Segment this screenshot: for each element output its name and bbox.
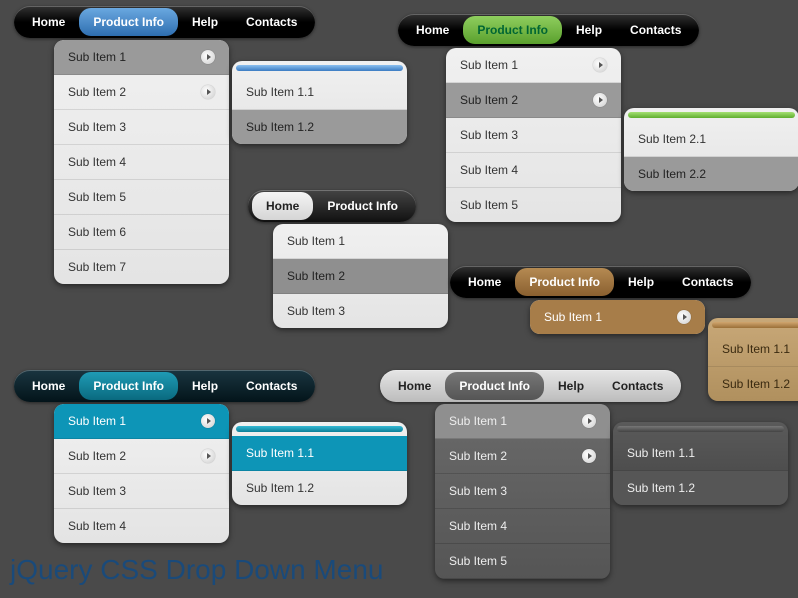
nav-contacts[interactable]: Contacts [668, 268, 747, 296]
dropdown-item[interactable]: Sub Item 4 [54, 509, 229, 543]
dropdown-item[interactable]: Sub Item 2 [54, 75, 229, 110]
dropdown-item[interactable]: Sub Item 2 [273, 259, 448, 294]
submenu-handle [712, 322, 798, 328]
nav-help[interactable]: Help [544, 372, 598, 400]
submenu-item[interactable]: Sub Item 1.1 [613, 436, 788, 471]
arrow-icon [593, 58, 607, 72]
nav-home[interactable]: Home [402, 16, 463, 44]
submenu-item[interactable]: Sub Item 1.2 [232, 110, 407, 144]
submenu-item[interactable]: Sub Item 1.2 [708, 367, 798, 401]
dropdown-item[interactable]: Sub Item 3 [54, 474, 229, 509]
dropdown-item[interactable]: Sub Item 1 [273, 224, 448, 259]
dropdown-item[interactable]: Sub Item 2 [446, 83, 621, 118]
arrow-icon [201, 50, 215, 64]
submenu-handle [236, 65, 403, 71]
dropdown-item[interactable]: Sub Item 3 [54, 110, 229, 145]
submenu-green: Sub Item 2.1 Sub Item 2.2 [624, 108, 798, 191]
dropdown-item[interactable]: Sub Item 5 [54, 180, 229, 215]
submenu-teal: Sub Item 1.1 Sub Item 1.2 [232, 422, 407, 505]
dropdown-item[interactable]: Sub Item 5 [446, 188, 621, 222]
arrow-icon [201, 414, 215, 428]
nav-help[interactable]: Help [562, 16, 616, 44]
dropdown-item[interactable]: Sub Item 1 [530, 300, 705, 334]
menubar-brown: Home Product Info Help Contacts [450, 266, 751, 298]
menubar-green: Home Product Info Help Contacts [398, 14, 699, 46]
submenu-handle [617, 426, 784, 432]
nav-contacts[interactable]: Contacts [616, 16, 695, 44]
dropdown-item[interactable]: Sub Item 5 [435, 544, 610, 579]
menubar-white: Home Product Info [248, 190, 416, 222]
submenu-handle [628, 112, 795, 118]
nav-product-info[interactable]: Product Info [79, 372, 178, 400]
nav-contacts[interactable]: Contacts [232, 8, 311, 36]
dropdown-green: Sub Item 1 Sub Item 2 Sub Item 3 Sub Ite… [446, 48, 621, 222]
submenu-item[interactable]: Sub Item 1.2 [613, 471, 788, 505]
submenu-item[interactable]: Sub Item 1.2 [232, 471, 407, 505]
dropdown-brown: Sub Item 1 [530, 300, 705, 334]
submenu-item[interactable]: Sub Item 2.2 [624, 157, 798, 191]
nav-help[interactable]: Help [614, 268, 668, 296]
dropdown-item[interactable]: Sub Item 4 [54, 145, 229, 180]
dropdown-item[interactable]: Sub Item 1 [435, 404, 610, 439]
dropdown-item[interactable]: Sub Item 2 [435, 439, 610, 474]
dropdown-item[interactable]: Sub Item 4 [435, 509, 610, 544]
dropdown-blue: Sub Item 1 Sub Item 2 Sub Item 3 Sub Ite… [54, 40, 229, 284]
dropdown-item[interactable]: Sub Item 7 [54, 250, 229, 284]
dropdown-teal: Sub Item 1 Sub Item 2 Sub Item 3 Sub Ite… [54, 404, 229, 543]
dropdown-item[interactable]: Sub Item 1 [54, 40, 229, 75]
menubar-grey: Home Product Info Help Contacts [380, 370, 681, 402]
submenu-item[interactable]: Sub Item 1.1 [232, 75, 407, 110]
dropdown-item[interactable]: Sub Item 2 [54, 439, 229, 474]
dropdown-item[interactable]: Sub Item 4 [446, 153, 621, 188]
nav-contacts[interactable]: Contacts [232, 372, 311, 400]
submenu-grey: Sub Item 1.1 Sub Item 1.2 [613, 422, 788, 505]
menubar-teal: Home Product Info Help Contacts [14, 370, 315, 402]
arrow-icon [582, 449, 596, 463]
nav-home[interactable]: Home [252, 192, 313, 220]
menubar-blue: Home Product Info Help Contacts [14, 6, 315, 38]
dropdown-item[interactable]: Sub Item 3 [446, 118, 621, 153]
dropdown-item[interactable]: Sub Item 3 [273, 294, 448, 328]
nav-product-info[interactable]: Product Info [313, 192, 412, 220]
arrow-icon [593, 93, 607, 107]
arrow-icon [677, 310, 691, 324]
arrow-icon [201, 449, 215, 463]
nav-home[interactable]: Home [18, 372, 79, 400]
submenu-item[interactable]: Sub Item 2.1 [624, 122, 798, 157]
submenu-item[interactable]: Sub Item 1.1 [708, 332, 798, 367]
dropdown-item[interactable]: Sub Item 1 [446, 48, 621, 83]
dropdown-white: Sub Item 1 Sub Item 2 Sub Item 3 [273, 224, 448, 328]
nav-product-info[interactable]: Product Info [445, 372, 544, 400]
nav-home[interactable]: Home [18, 8, 79, 36]
dropdown-item[interactable]: Sub Item 6 [54, 215, 229, 250]
dropdown-grey: Sub Item 1 Sub Item 2 Sub Item 3 Sub Ite… [435, 404, 610, 579]
nav-home[interactable]: Home [454, 268, 515, 296]
dropdown-item[interactable]: Sub Item 1 [54, 404, 229, 439]
arrow-icon [582, 414, 596, 428]
nav-contacts[interactable]: Contacts [598, 372, 677, 400]
dropdown-item[interactable]: Sub Item 3 [435, 474, 610, 509]
submenu-brown: Sub Item 1.1 Sub Item 1.2 [708, 318, 798, 401]
nav-help[interactable]: Help [178, 372, 232, 400]
arrow-icon [201, 85, 215, 99]
submenu-blue: Sub Item 1.1 Sub Item 1.2 [232, 61, 407, 144]
submenu-item[interactable]: Sub Item 1.1 [232, 436, 407, 471]
nav-product-info[interactable]: Product Info [79, 8, 178, 36]
submenu-handle [236, 426, 403, 432]
nav-home[interactable]: Home [384, 372, 445, 400]
nav-product-info[interactable]: Product Info [463, 16, 562, 44]
footer-title: jQuery CSS Drop Down Menu [10, 554, 383, 586]
nav-help[interactable]: Help [178, 8, 232, 36]
nav-product-info[interactable]: Product Info [515, 268, 614, 296]
